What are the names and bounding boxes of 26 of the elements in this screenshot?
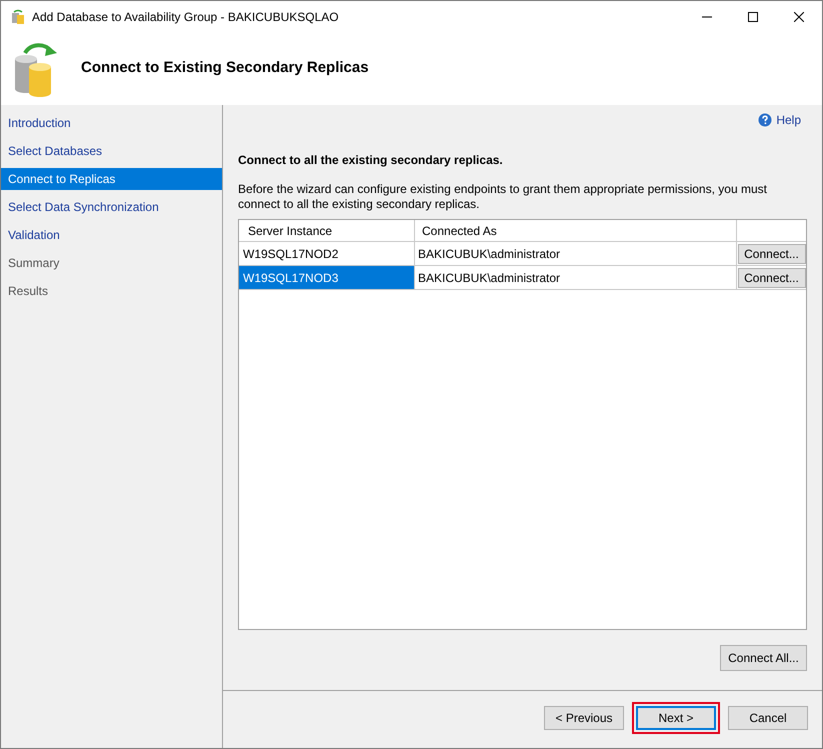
sidebar-item[interactable]: Select Data Synchronization (1, 196, 222, 218)
connect-all-button[interactable]: Connect All... (720, 645, 807, 671)
table-cell[interactable]: W19SQL17NOD3 (239, 266, 415, 289)
close-icon (794, 12, 804, 22)
maximize-icon (748, 12, 758, 22)
connect-button[interactable]: Connect... (738, 268, 806, 288)
wizard-button[interactable]: Next > (636, 706, 716, 730)
column-header: Connected As (415, 220, 737, 241)
wizard-button[interactable]: Cancel (728, 706, 808, 730)
page-title: Connect to Existing Secondary Replicas (81, 58, 369, 78)
table-cell: BAKICUBUK\administrator (415, 266, 737, 289)
help-link[interactable]: Help (758, 111, 807, 129)
sidebar-item[interactable]: Connect to Replicas (1, 168, 222, 190)
sidebar-item[interactable]: Select Databases (1, 140, 222, 162)
wizard-button[interactable]: < Previous (544, 706, 624, 730)
instruction-text: Connect to all the existing secondary replicas. (238, 152, 504, 169)
table-cell: BAKICUBUK\administrator (415, 242, 737, 265)
sidebar-item[interactable]: Validation (1, 224, 222, 246)
connect-button[interactable]: Connect... (738, 244, 806, 264)
database-icon (10, 8, 26, 24)
column-header: Server Instance (239, 220, 415, 241)
description-text: Before the wizard can configure existing endpoints to grant them appropriate permissions, you must connect to all the existing secondary replicas. (238, 182, 768, 212)
table-cell[interactable]: W19SQL17NOD2 (239, 242, 415, 265)
help-icon (758, 113, 772, 127)
window-title: Add Database to Availability Group - BAKICUBUKSQLAO (32, 8, 339, 26)
sidebar-item[interactable]: Introduction (1, 112, 222, 134)
